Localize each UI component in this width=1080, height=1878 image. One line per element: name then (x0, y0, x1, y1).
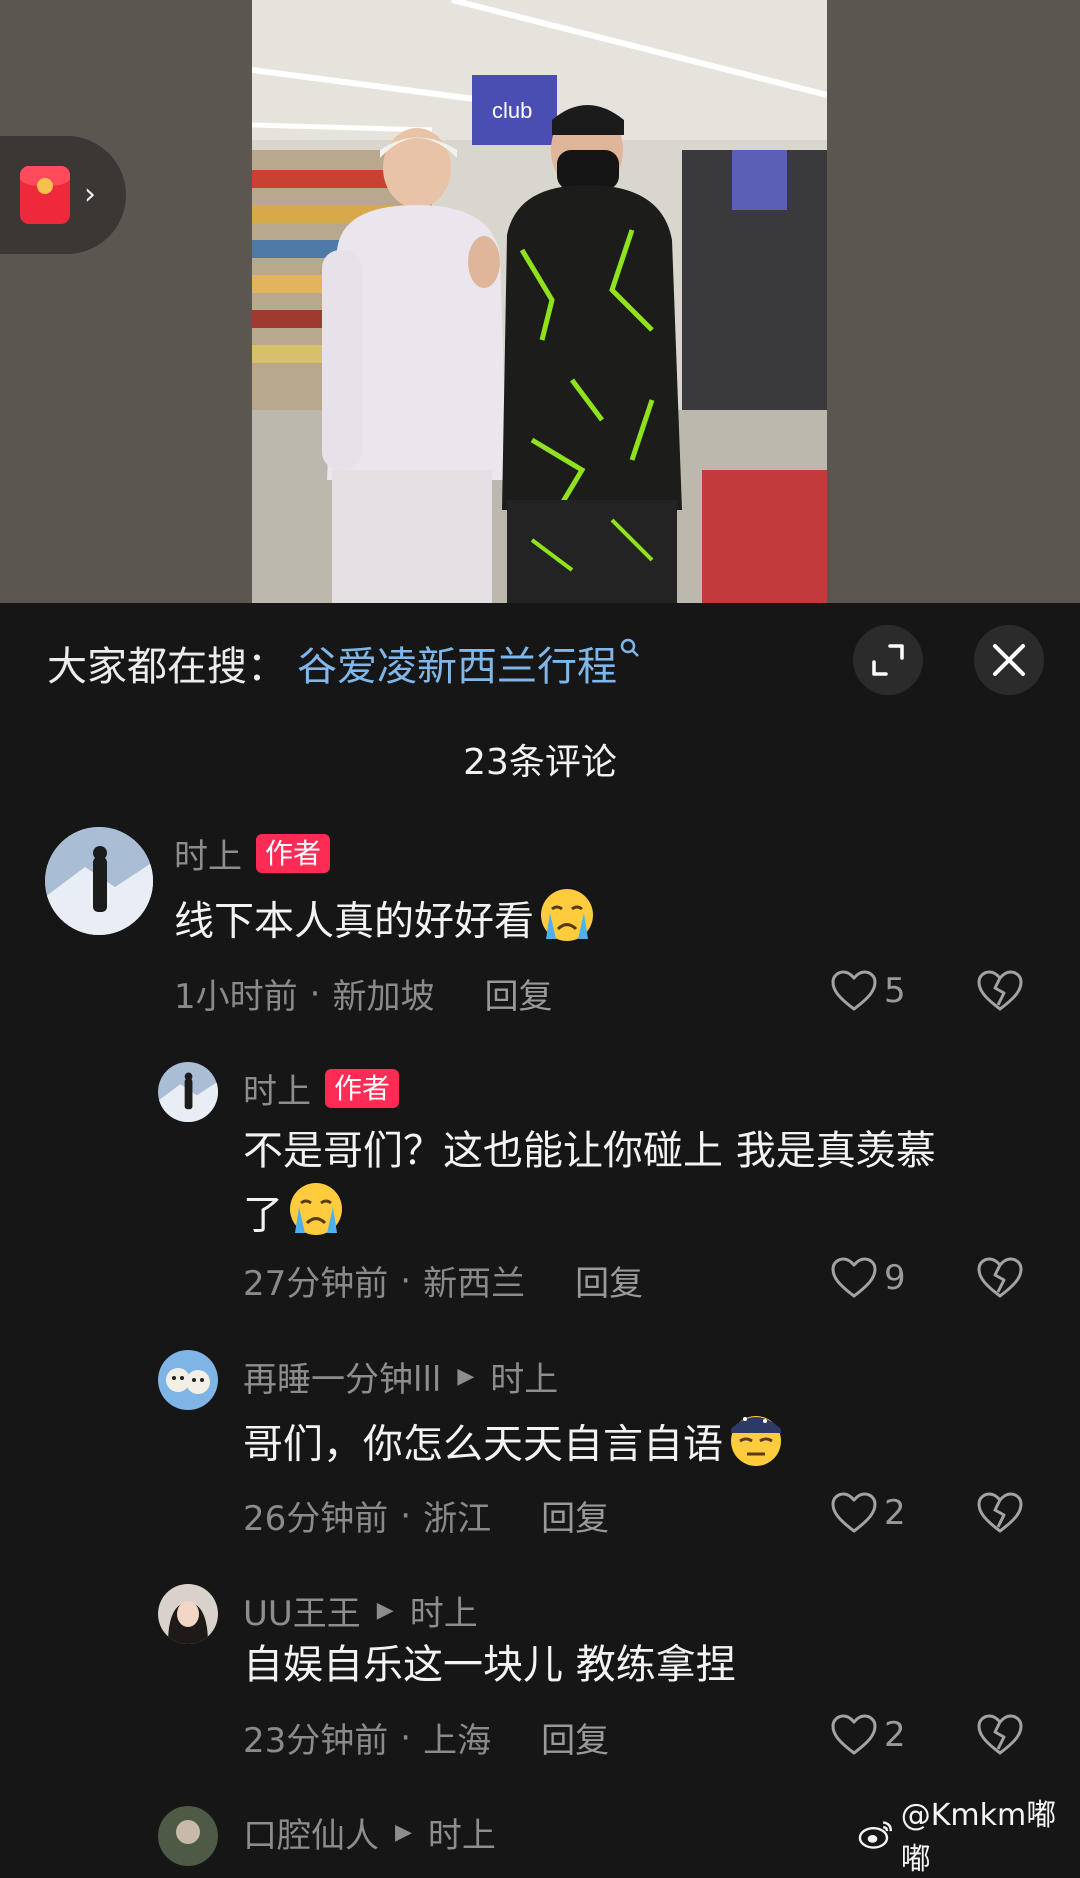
avatar[interactable] (158, 1806, 218, 1866)
store-photo: club (252, 0, 827, 603)
meta-separator: · (400, 1495, 412, 1536)
avatar[interactable] (158, 1062, 218, 1122)
comment-text-line: 线下本人真的好好看 (174, 898, 534, 945)
dislike-button[interactable] (976, 1491, 1024, 1539)
reply-to-username[interactable]: 时上 (428, 1808, 496, 1857)
meta-separator: · (400, 1717, 412, 1758)
avatar[interactable] (158, 1584, 218, 1644)
reply-button[interactable]: 回复 (484, 969, 552, 1018)
avatar[interactable] (45, 827, 153, 935)
reply-arrow-icon: ▶ (457, 1364, 475, 1389)
broken-heart-icon (977, 1714, 1023, 1755)
meta-separator: · (309, 973, 321, 1014)
chevron-right-icon: › (84, 177, 96, 212)
red-packet-pill[interactable]: › (0, 136, 126, 254)
trending-search-prefix: 大家都在搜： (47, 644, 287, 690)
broken-heart-icon (977, 1492, 1023, 1533)
comment-time: 1小时前 (174, 977, 298, 1017)
comment-location: 上海 (423, 1721, 492, 1761)
comment-text-line: 了 (243, 1192, 283, 1239)
comment-username[interactable]: UU王王 (243, 1586, 361, 1635)
weibo-icon (858, 1821, 893, 1849)
heart-icon (831, 1492, 877, 1533)
like-button[interactable]: 2 (830, 1713, 906, 1757)
watermark: @Kmkm嘟嘟 (858, 1790, 1080, 1878)
comment-time: 26分钟前 (243, 1499, 389, 1539)
crying-emoji (285, 1181, 347, 1254)
rolling-eyes-emoji (725, 1409, 787, 1484)
comment-username[interactable]: 再睡一分钟lll (243, 1352, 441, 1401)
like-button[interactable]: 2 (830, 1491, 906, 1535)
heart-icon (831, 1257, 877, 1298)
comment-location: 新西兰 (423, 1264, 526, 1304)
comment-username[interactable]: 口腔仙人 (243, 1808, 379, 1857)
reply-button[interactable]: 回复 (541, 1713, 609, 1762)
comment-sheet: 大家都在搜： 谷爱凌新西兰行程 23条评论 时上 作者 线下本人真的好好看 1小… (0, 603, 1080, 1866)
comment-text: 了 (243, 1181, 347, 1254)
dislike-button[interactable] (976, 1713, 1024, 1761)
dislike-button[interactable] (976, 969, 1024, 1017)
comment-text-line: 哥们，你怎么天天自言自语 (243, 1421, 723, 1468)
comment-location: 新加坡 (332, 977, 435, 1017)
like-count: 2 (884, 1493, 906, 1533)
crying-emoji (536, 887, 598, 960)
comment-count: 23条评论 (463, 742, 617, 783)
author-badge: 作者 (325, 1069, 400, 1108)
comment-time: 27分钟前 (243, 1264, 389, 1304)
like-button[interactable]: 5 (830, 969, 906, 1013)
reply-arrow-icon: ▶ (395, 1820, 412, 1845)
like-count: 9 (884, 1258, 906, 1298)
like-count: 5 (884, 971, 906, 1011)
trending-search-term[interactable]: 谷爱凌新西兰行程 (297, 634, 617, 692)
close-button[interactable] (974, 625, 1044, 695)
broken-heart-icon (977, 1257, 1023, 1298)
comment-text-line: 自娱自乐这一块儿 教练拿捏 (243, 1642, 736, 1688)
heart-icon (831, 1714, 877, 1755)
dislike-button[interactable] (976, 1256, 1024, 1304)
red-packet-icon (20, 166, 70, 224)
comment-text: 线下本人真的好好看 (174, 887, 598, 960)
svg-text:club: club (492, 98, 532, 123)
expand-button[interactable] (853, 625, 923, 695)
comment-username[interactable]: 时上 (243, 1064, 311, 1113)
reply-button[interactable]: 回复 (541, 1491, 609, 1540)
reply-to-username[interactable]: 时上 (490, 1352, 558, 1401)
like-button[interactable]: 9 (830, 1256, 906, 1300)
author-badge: 作者 (256, 834, 331, 873)
reply-button[interactable]: 回复 (575, 1256, 643, 1305)
video-frame[interactable]: club (252, 0, 827, 603)
watermark-text: @Kmkm嘟嘟 (900, 1798, 1057, 1877)
avatar[interactable] (158, 1350, 218, 1410)
search-icon (619, 637, 641, 665)
comment-username[interactable]: 时上 (174, 829, 242, 878)
like-count: 2 (884, 1715, 906, 1755)
comment-text-line: 不是哥们？这也能让你碰上 我是真羡慕 (243, 1128, 936, 1174)
comment-time: 23分钟前 (243, 1721, 389, 1761)
reply-to-username[interactable]: 时上 (410, 1586, 478, 1635)
expand-icon (872, 644, 904, 676)
reply-arrow-icon: ▶ (376, 1598, 394, 1623)
heart-icon (831, 970, 877, 1011)
video-area[interactable]: club › (0, 0, 1080, 603)
comment-location: 浙江 (423, 1499, 492, 1539)
comment-text: 哥们，你怎么天天自言自语 (243, 1409, 787, 1484)
meta-separator: · (400, 1260, 412, 1301)
close-icon (993, 644, 1025, 676)
broken-heart-icon (977, 970, 1023, 1011)
trending-search[interactable]: 大家都在搜： 谷爱凌新西兰行程 (47, 633, 641, 693)
